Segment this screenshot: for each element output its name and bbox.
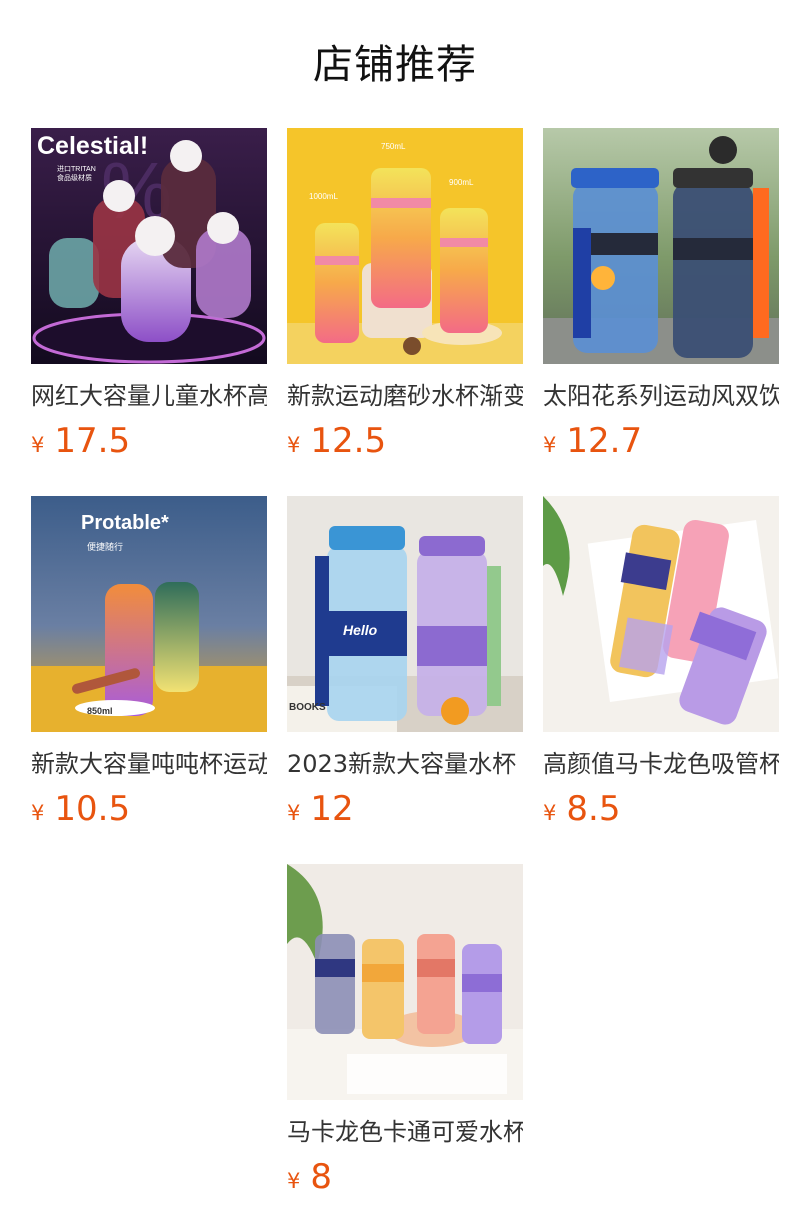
product-name[interactable]: 网红大容量儿童水杯高颜值 [31, 379, 267, 413]
price-value: 10.5 [54, 789, 131, 829]
shop-recommend-page: 店铺推荐 % Celestial! 进口TRITAN 食品级材质 网红大容量儿童… [0, 0, 790, 1232]
product-image[interactable]: 750mL 1000mL 900mL [287, 128, 523, 364]
price-value: 17.5 [54, 421, 131, 461]
product-row: Protable* 便捷随行 850ml 新款大容量吨吨杯运动 ¥ 10.5 H… [31, 496, 779, 864]
product-price: ¥ 8.5 [543, 789, 779, 829]
product-card[interactable]: Hello BOOKS 2023新款大容量水杯 ¥ 12 [287, 496, 523, 836]
currency-symbol: ¥ [287, 801, 301, 825]
image-headline: Hello [343, 622, 378, 638]
product-card[interactable]: 750mL 1000mL 900mL 新款运动磨砂水杯渐变色 ¥ 12.5 [287, 128, 523, 468]
price-value: 12.7 [566, 421, 643, 461]
product-image[interactable] [543, 128, 779, 364]
price-value: 12 [310, 789, 354, 829]
product-name[interactable]: 新款运动磨砂水杯渐变色 [287, 379, 523, 413]
product-image[interactable]: Protable* 便捷随行 850ml [31, 496, 267, 732]
product-card[interactable]: 太阳花系列运动风双饮 ¥ 12.7 [543, 128, 779, 468]
image-caption: 食品级材质 [57, 175, 92, 182]
price-value: 8.5 [566, 789, 621, 829]
product-name[interactable]: 新款大容量吨吨杯运动 [31, 747, 267, 781]
currency-symbol: ¥ [31, 433, 45, 457]
currency-symbol: ¥ [287, 433, 301, 457]
product-price: ¥ 10.5 [31, 789, 267, 829]
price-value: 8 [310, 1157, 333, 1197]
product-card[interactable]: % Celestial! 进口TRITAN 食品级材质 网红大容量儿童水杯高 ¥… [31, 128, 267, 468]
product-name[interactable]: 2023新款大容量水杯 [287, 747, 523, 781]
product-price: ¥ 12.7 [543, 421, 779, 461]
product-image[interactable]: % Celestial! 进口TRITAN 食品级材质 [31, 128, 267, 364]
capacity-label: 750mL [381, 142, 406, 151]
currency-symbol: ¥ [543, 433, 557, 457]
product-price: ¥ 17.5 [31, 421, 267, 461]
product-name[interactable]: 马卡龙色卡通可爱水杯 [287, 1115, 523, 1149]
product-price: ¥ 12 [287, 789, 523, 829]
product-image[interactable] [543, 496, 779, 732]
product-card[interactable]: Protable* 便捷随行 850ml 新款大容量吨吨杯运动 ¥ 10.5 [31, 496, 267, 836]
product-name[interactable]: 太阳花系列运动风双饮 [543, 379, 779, 413]
image-headline: Protable* [81, 512, 169, 534]
product-card[interactable]: 马卡龙色卡通可爱水杯 ¥ 8 [287, 864, 523, 1204]
capacity-label: 1000mL [309, 192, 338, 201]
product-name[interactable]: 高颜值马卡龙色吸管杯 [543, 747, 779, 781]
currency-symbol: ¥ [31, 801, 45, 825]
product-card[interactable]: 高颜值马卡龙色吸管杯 ¥ 8.5 [543, 496, 779, 836]
product-image[interactable] [287, 864, 523, 1100]
product-row: 马卡龙色卡通可爱水杯 ¥ 8 [31, 864, 779, 1232]
product-price: ¥ 12.5 [287, 421, 523, 461]
product-image[interactable]: Hello BOOKS [287, 496, 523, 732]
currency-symbol: ¥ [287, 1169, 301, 1193]
product-row: % Celestial! 进口TRITAN 食品级材质 网红大容量儿童水杯高 ¥… [31, 128, 779, 496]
price-value: 12.5 [310, 421, 387, 461]
capacity-label: 900mL [449, 178, 474, 187]
product-price: ¥ 8 [287, 1157, 523, 1197]
image-caption: 便捷随行 [87, 542, 124, 552]
product-grid: % Celestial! 进口TRITAN 食品级材质 网红大容量儿童水杯高 ¥… [31, 128, 779, 1232]
page-title: 店铺推荐 [313, 42, 477, 88]
image-headline: Celestial! [37, 132, 149, 160]
currency-symbol: ¥ [543, 801, 557, 825]
image-caption: BOOKS [289, 702, 326, 713]
capacity-label: 850ml [87, 706, 113, 716]
